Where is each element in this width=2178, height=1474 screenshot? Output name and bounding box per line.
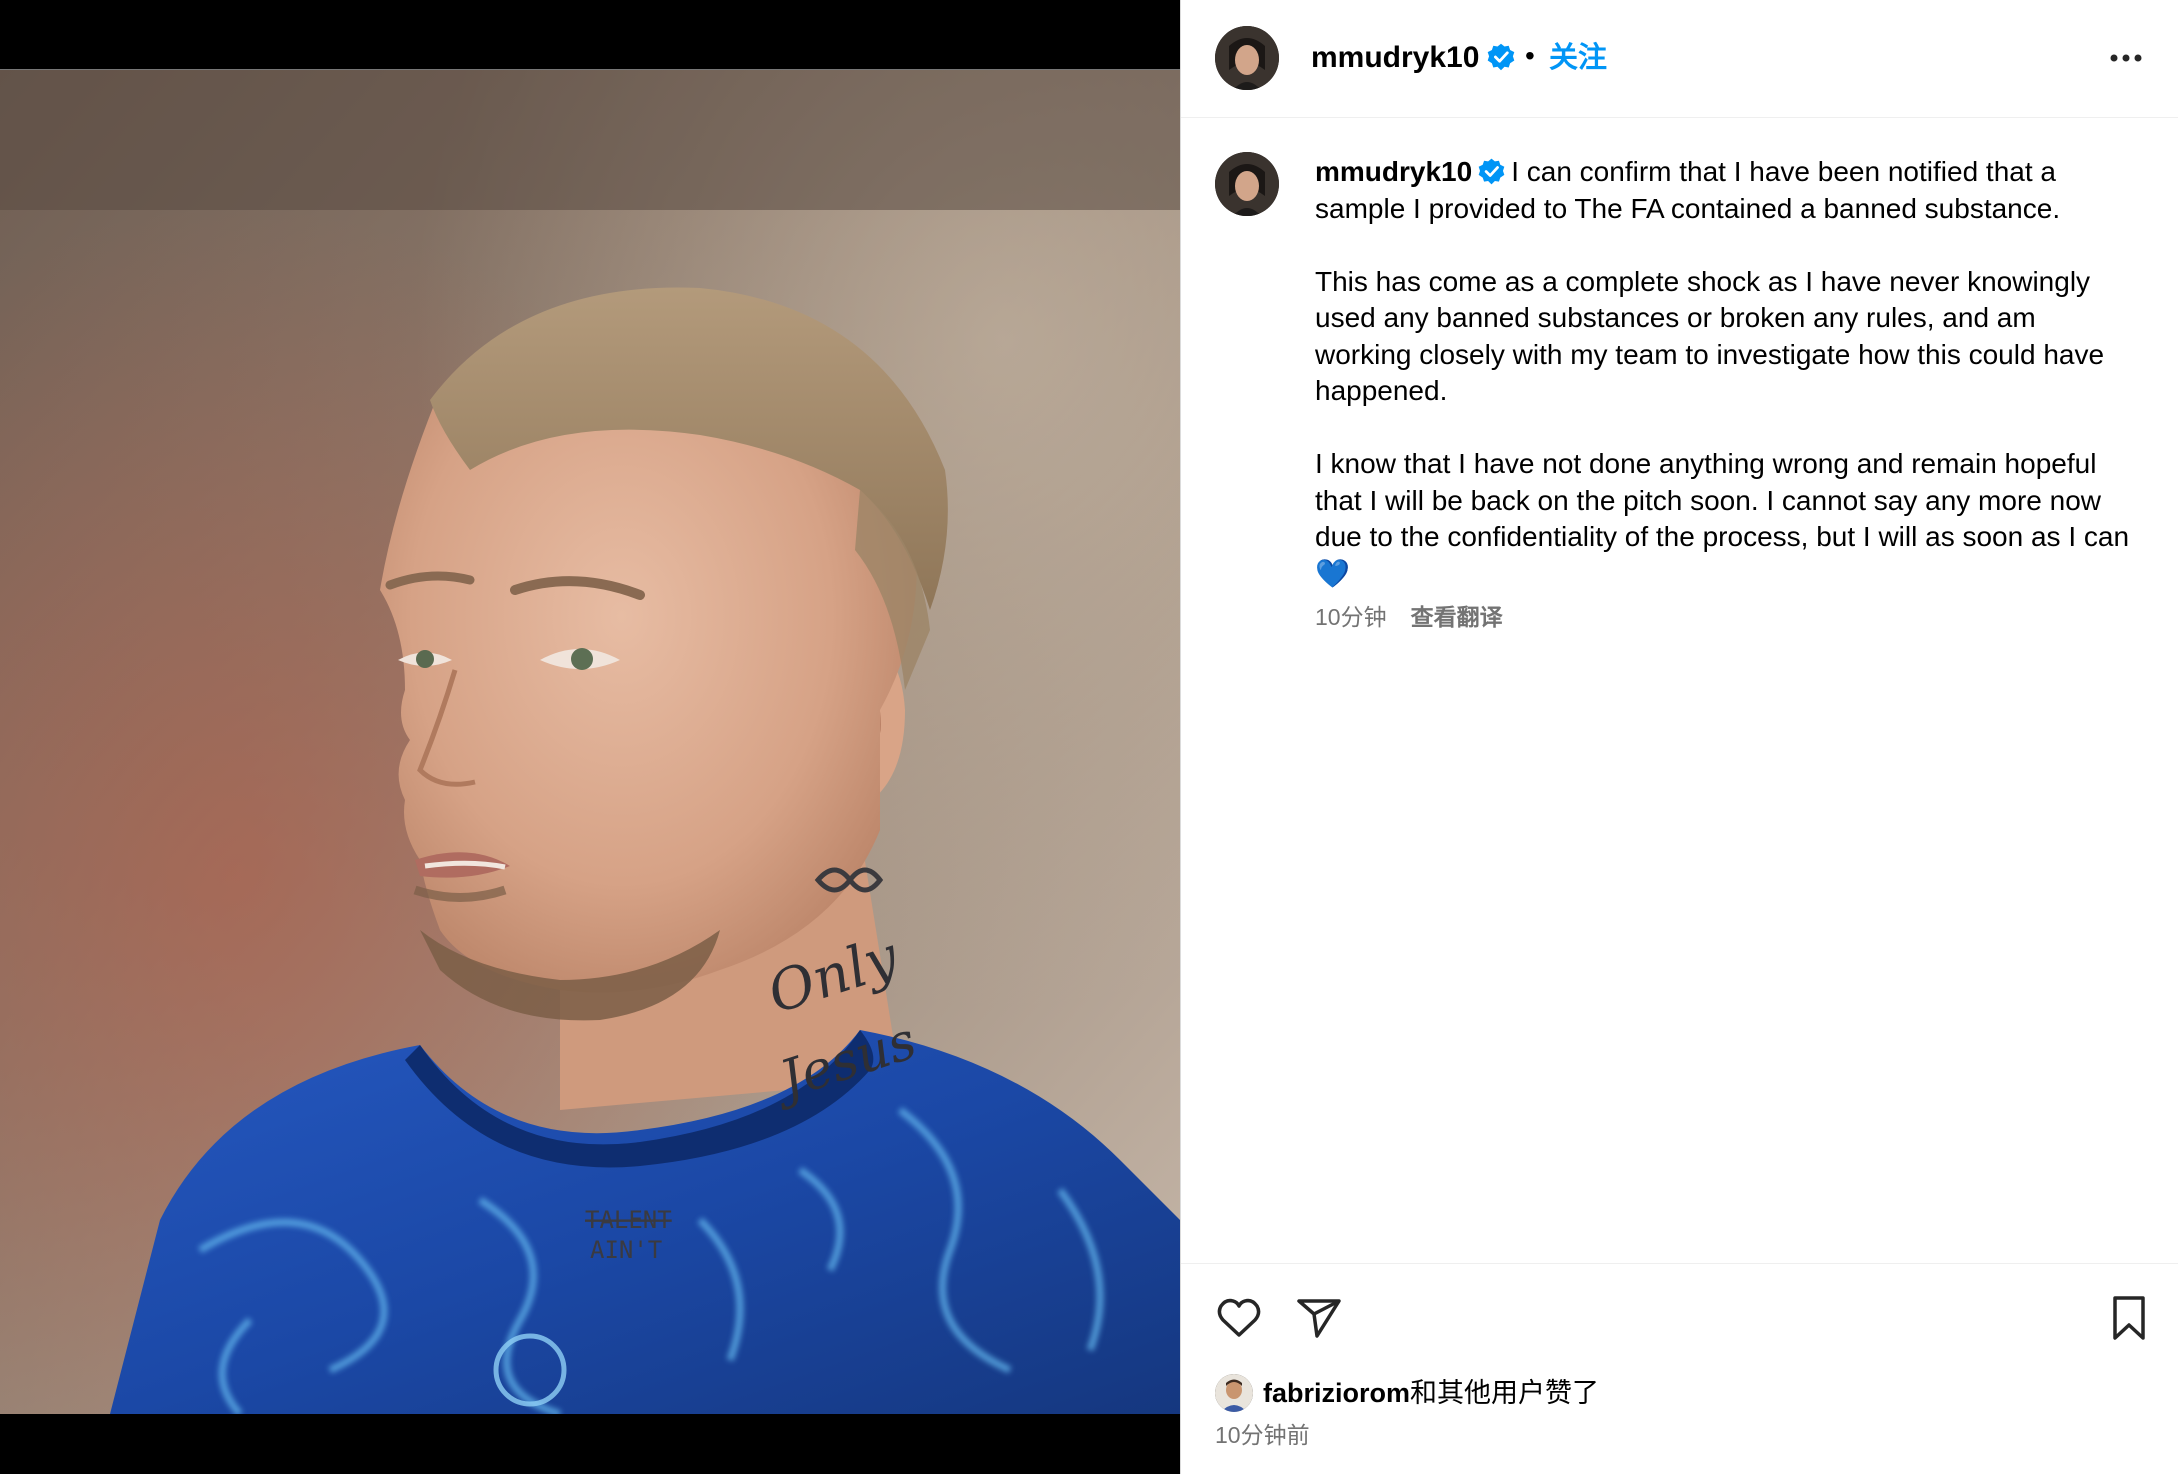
post-side-panel: mmudryk10 • 关注 mmudryk10 I can confirm t… [1180,0,2178,1474]
post-header: mmudryk10 • 关注 [1181,0,2178,118]
liker-username[interactable]: fabriziorom [1263,1378,1410,1408]
avatar-image [1215,1374,1253,1412]
avatar-image [1215,26,1279,90]
footballer-photo: Only Jesus TALENT AIN'T [0,70,1180,1414]
bookmark-icon[interactable] [2105,1294,2153,1342]
caption-paragraph: I know that I have not done anything wro… [1315,448,2130,589]
paper-plane-icon[interactable] [1295,1294,1343,1342]
caption-username[interactable]: mmudryk10 [1315,156,1472,187]
likes-suffix[interactable]: 和其他用户赞了 [1410,1378,1599,1408]
likes-summary: fabriziorom和其他用户赞了 [1263,1375,1599,1411]
verified-badge-icon [1487,43,1515,71]
post-media: Only Jesus TALENT AIN'T [0,0,1180,1474]
caption-meta: 10分钟 查看翻译 [1315,602,1503,632]
tattoo-text-talent: TALENT [585,1206,672,1234]
caption-time[interactable]: 10分钟 [1315,604,1387,630]
more-options-icon[interactable] [2101,36,2151,76]
follow-button[interactable]: 关注 [1549,38,1607,78]
separator-dot: • [1525,40,1535,71]
post-actions: fabriziorom和其他用户赞了 10分钟前 [1181,1263,2178,1474]
post-photo[interactable]: Only Jesus TALENT AIN'T [0,69,1180,1414]
post-timestamp[interactable]: 10分钟前 [1215,1420,1310,1450]
instagram-post: Only Jesus TALENT AIN'T mmudryk10 • 关注 m… [0,0,2178,1474]
see-translation-link[interactable]: 查看翻译 [1411,604,1503,630]
verified-badge-icon [1478,158,1505,185]
heart-icon[interactable] [1215,1294,1263,1342]
caption-author-avatar[interactable] [1215,152,1279,216]
avatar-image [1215,152,1279,216]
caption-paragraph: This has come as a complete shock as I h… [1315,265,2105,407]
post-caption: mmudryk10 I can confirm that I have been … [1181,118,2178,1263]
tattoo-text-aint: AIN'T [590,1236,662,1264]
caption-text: mmudryk10 I can confirm that I have been … [1315,154,2135,592]
liker-avatar[interactable] [1215,1374,1253,1412]
author-avatar[interactable] [1215,26,1279,90]
author-username[interactable]: mmudryk10 [1311,38,1479,78]
